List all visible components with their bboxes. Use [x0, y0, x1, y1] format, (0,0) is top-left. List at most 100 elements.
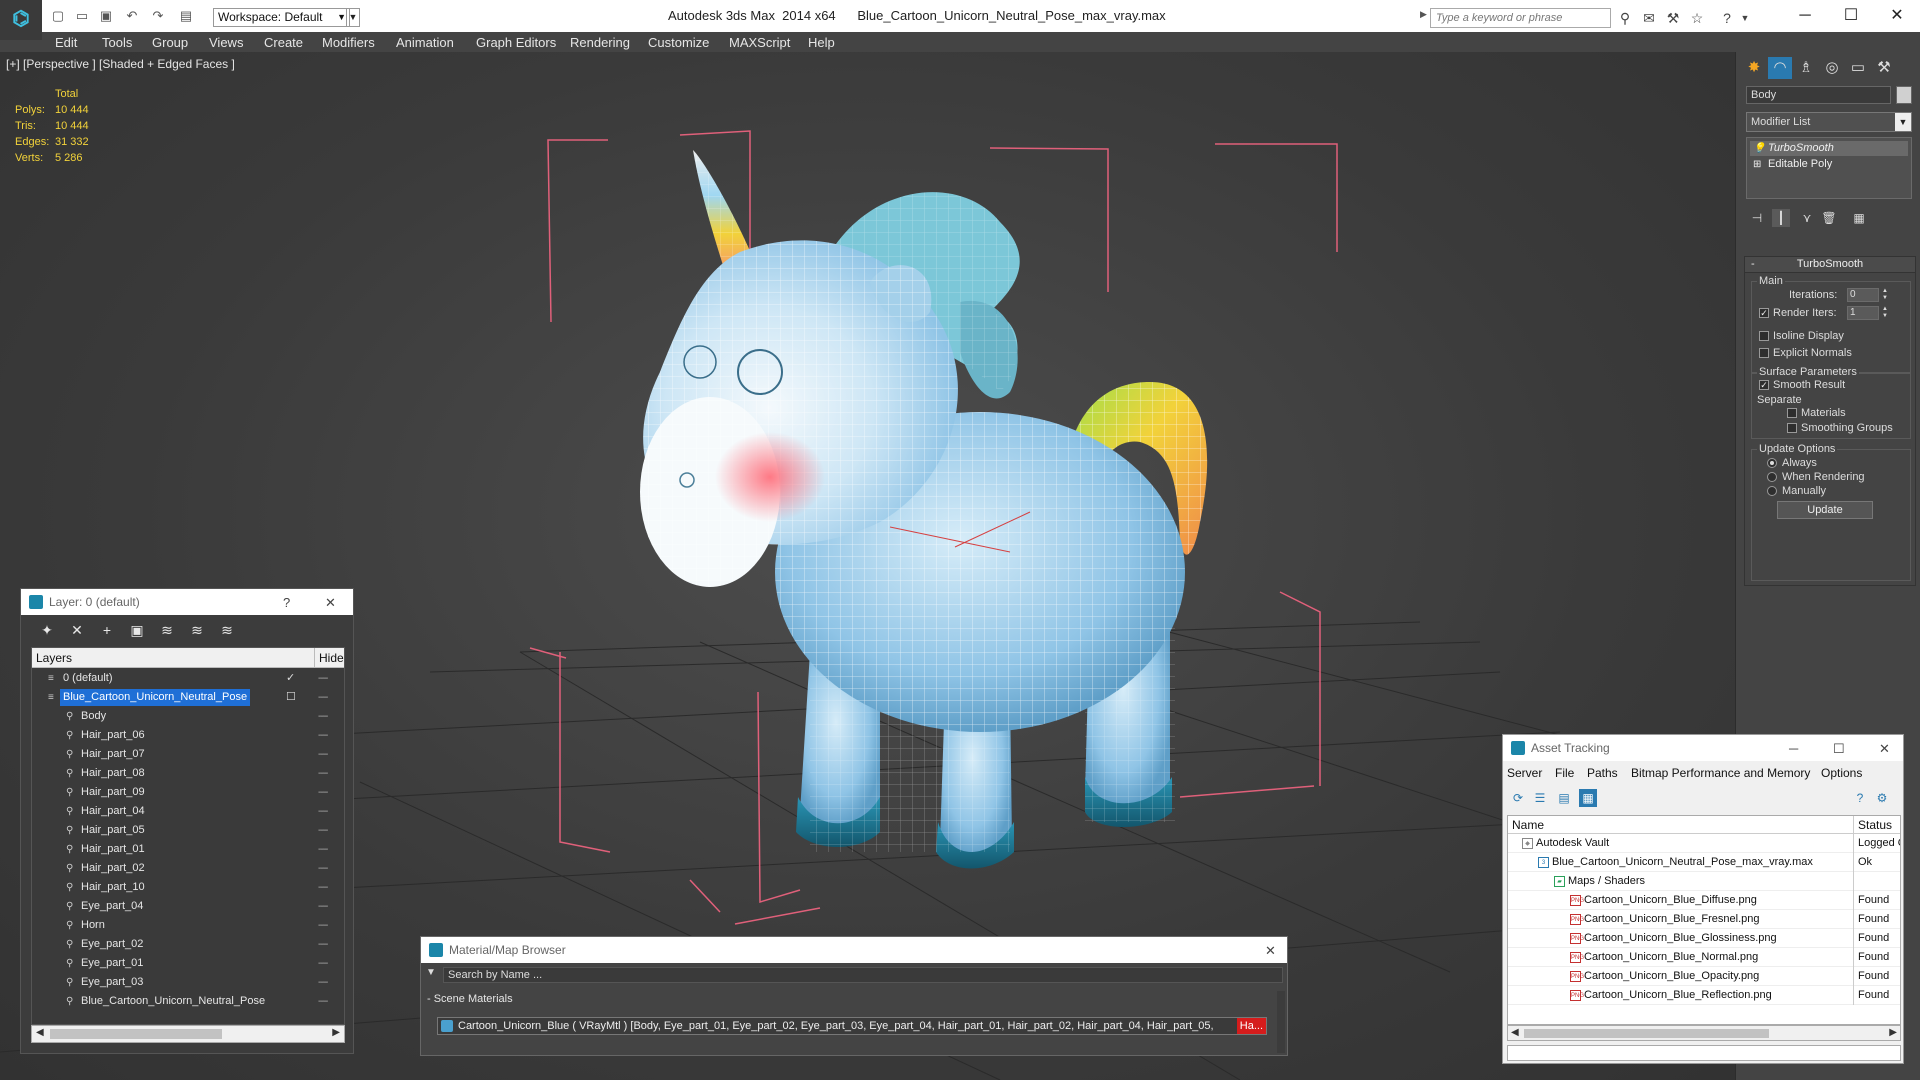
hide-toggle[interactable]: ----	[318, 783, 328, 802]
layer-row[interactable]: ⚲ Blue_Cartoon_Unicorn_Neutral_Pose ----	[32, 992, 344, 1011]
update-button[interactable]: Update	[1777, 501, 1873, 519]
menu-tools[interactable]: Tools	[102, 35, 132, 50]
help-button[interactable]: ?	[283, 595, 290, 610]
project-folder-icon[interactable]: ▤	[178, 8, 194, 24]
layer-row[interactable]: ⚲ Horn ----	[32, 916, 344, 935]
asset-row[interactable]: PNG Cartoon_Unicorn_Blue_Fresnel.png Found	[1508, 910, 1900, 929]
utilities-tab-icon[interactable]: ⚒	[1872, 57, 1896, 79]
material-row[interactable]: Cartoon_Unicorn_Blue ( VRayMtl ) [Body, …	[437, 1017, 1267, 1035]
close-icon[interactable]: ✕	[325, 595, 336, 611]
column-status[interactable]: Status	[1853, 816, 1892, 834]
close-icon[interactable]: ✕	[1265, 943, 1276, 959]
menu-rendering[interactable]: Rendering	[570, 35, 630, 50]
active-layer-check-icon[interactable]: ✓	[286, 669, 295, 688]
settings-icon[interactable]: ⚙	[1873, 789, 1891, 807]
options-dropdown-icon[interactable]: ▼	[426, 967, 436, 978]
asset-row[interactable]: ◆Autodesk Vault Logged Out	[1508, 834, 1900, 853]
scrollbar-thumb[interactable]	[1524, 1029, 1769, 1038]
menu-bitmap-performance[interactable]: Bitmap Performance and Memory	[1631, 766, 1810, 780]
delete-layer-icon[interactable]: ✕	[67, 620, 87, 640]
search-input[interactable]: Type a keyword or phrase	[1430, 8, 1611, 28]
list-view-icon[interactable]: ☰	[1531, 789, 1549, 807]
hide-toggle[interactable]: ----	[318, 688, 328, 707]
hide-all-icon[interactable]: ≋	[187, 620, 207, 640]
menu-paths[interactable]: Paths	[1587, 766, 1618, 780]
menu-help[interactable]: Help	[808, 35, 835, 50]
materials-checkbox[interactable]	[1787, 408, 1797, 418]
hide-toggle[interactable]: ----	[318, 897, 328, 916]
table-view-icon[interactable]: ▦	[1579, 789, 1597, 807]
pin-stack-icon[interactable]: ⊣	[1748, 209, 1766, 227]
open-file-icon[interactable]: ▭	[74, 8, 90, 24]
configure-modifier-sets-icon[interactable]: ▦	[1850, 209, 1868, 227]
subscription-icon[interactable]: ⚒	[1664, 9, 1682, 27]
menu-animation[interactable]: Animation	[396, 35, 454, 50]
menu-modifiers[interactable]: Modifiers	[322, 35, 375, 50]
spinner-arrows-icon[interactable]: ▲ ▼	[1881, 288, 1889, 302]
layer-row[interactable]: ⚲ Eye_part_03 ----	[32, 973, 344, 992]
hide-toggle[interactable]: ----	[318, 954, 328, 973]
refresh-icon[interactable]: ⟳	[1509, 789, 1527, 807]
always-radio[interactable]	[1767, 458, 1777, 468]
viewport-label[interactable]: [+] [Perspective ] [Shaded + Edged Faces…	[6, 57, 235, 71]
iterations-spinner[interactable]: 0	[1847, 288, 1879, 302]
column-hide[interactable]: Hide	[314, 648, 344, 668]
layer-row[interactable]: ⚲ Eye_part_04 ----	[32, 897, 344, 916]
menu-views[interactable]: Views	[209, 35, 243, 50]
menu-edit[interactable]: Edit	[55, 35, 77, 50]
hide-toggle[interactable]: ----	[318, 707, 328, 726]
undo-icon[interactable]: ↶	[124, 8, 140, 24]
hide-toggle[interactable]: ----	[318, 669, 328, 688]
smoothing-groups-checkbox[interactable]	[1787, 423, 1797, 433]
save-file-icon[interactable]: ▣	[98, 8, 114, 24]
when-rendering-radio[interactable]	[1767, 472, 1777, 482]
hide-toggle[interactable]: ----	[318, 745, 328, 764]
asset-row[interactable]: 3 Blue_Cartoon_Unicorn_Neutral_Pose_max_v…	[1508, 853, 1900, 872]
scrollbar-thumb[interactable]	[50, 1029, 222, 1039]
layer-row[interactable]: ⚲ Hair_part_10 ----	[32, 878, 344, 897]
stack-item-turbosmooth[interactable]: 💡 TurboSmooth	[1750, 141, 1908, 156]
menu-server[interactable]: Server	[1507, 766, 1542, 780]
layer-row[interactable]: ⚲ Hair_part_06 ----	[32, 726, 344, 745]
maximize-icon[interactable]: ☐	[1833, 741, 1845, 757]
minimize-icon[interactable]: ─	[1789, 741, 1798, 756]
tree-view-icon[interactable]: ▤	[1555, 789, 1573, 807]
layer-row[interactable]: ≡ 0 (default) ✓ ----	[32, 669, 344, 688]
workspace-select[interactable]: Workspace: Default ▼	[213, 8, 350, 27]
select-objects-icon[interactable]: ▣	[127, 620, 147, 640]
app-logo-icon[interactable]: ⌬	[0, 0, 42, 40]
workspace-menu-arrow[interactable]: ▼	[346, 8, 360, 27]
layer-row[interactable]: ⚲ Body ----	[32, 707, 344, 726]
isoline-display-checkbox[interactable]	[1759, 331, 1769, 341]
hierarchy-tab-icon[interactable]: ♗	[1794, 57, 1818, 79]
scroll-right-icon[interactable]: ▶	[1889, 1027, 1897, 1038]
new-file-icon[interactable]: ▢	[50, 8, 66, 24]
layer-row[interactable]: ⚲ Hair_part_01 ----	[32, 840, 344, 859]
layer-row[interactable]: ≡ Blue_Cartoon_Unicorn_Neutral_Pose ☐ ----	[32, 688, 344, 707]
hide-toggle[interactable]: ----	[318, 859, 328, 878]
lightbulb-icon[interactable]: 💡	[1753, 141, 1765, 156]
layer-row[interactable]: ⚲ Eye_part_02 ----	[32, 935, 344, 954]
asset-row[interactable]: PNG Cartoon_Unicorn_Blue_Normal.png Found	[1508, 948, 1900, 967]
motion-tab-icon[interactable]: ◎	[1820, 57, 1844, 79]
hide-toggle[interactable]: ----	[318, 935, 328, 954]
help-icon[interactable]: ?	[1851, 789, 1869, 807]
hide-toggle[interactable]: ----	[318, 992, 328, 1011]
layer-row[interactable]: ⚲ Eye_part_01 ----	[32, 954, 344, 973]
hide-toggle[interactable]: ----	[318, 916, 328, 935]
hide-toggle[interactable]: ----	[318, 840, 328, 859]
menu-create[interactable]: Create	[264, 35, 303, 50]
scroll-right-icon[interactable]: ▶	[332, 1027, 340, 1038]
expand-plus-icon[interactable]: ⊞	[1753, 157, 1761, 172]
asset-row[interactable]: PNG Cartoon_Unicorn_Blue_Glossiness.png Fo…	[1508, 929, 1900, 948]
asset-row[interactable]: ▰ Maps / Shaders	[1508, 872, 1900, 891]
rollout-header[interactable]: - TurboSmooth	[1745, 257, 1915, 273]
search-expand-icon[interactable]: ▶	[1420, 9, 1427, 20]
favorites-star-icon[interactable]: ☆	[1688, 9, 1706, 27]
create-tab-icon[interactable]: ✸	[1742, 57, 1766, 79]
layer-row[interactable]: ⚲ Hair_part_04 ----	[32, 802, 344, 821]
help-dropdown-icon[interactable]: ▼	[1736, 9, 1754, 27]
object-color-swatch[interactable]	[1896, 86, 1912, 104]
menu-group[interactable]: Group	[152, 35, 188, 50]
material-browser-titlebar[interactable]: Material/Map Browser ✕	[421, 937, 1287, 963]
